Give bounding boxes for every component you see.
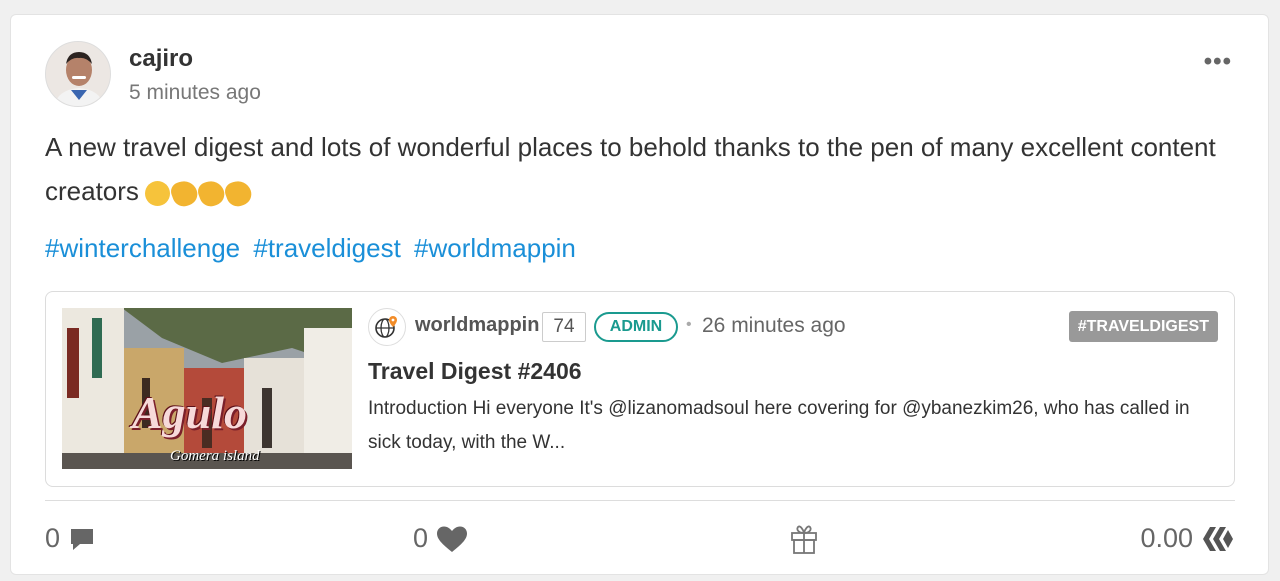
post-card: cajiro 5 minutes ago ••• A new travel di… — [10, 14, 1269, 575]
payout-button[interactable]: 0.00 — [1140, 523, 1235, 554]
clap-icon — [195, 177, 228, 210]
upvote-button[interactable]: 0 — [413, 523, 468, 554]
hashtag-link[interactable]: #worldmappin — [414, 233, 576, 263]
emoji-group — [144, 177, 255, 210]
embed-time[interactable]: 26 minutes ago — [702, 314, 846, 338]
post-time[interactable]: 5 minutes ago — [129, 81, 261, 105]
author-avatar[interactable] — [45, 41, 111, 107]
clap-icon — [168, 177, 201, 210]
separator-dot: • — [686, 316, 692, 333]
embed-thumbnail[interactable]: Agulo Gomera island — [62, 308, 352, 469]
community-tag-badge[interactable]: #TRAVELDIGEST — [1068, 311, 1218, 342]
comment-count: 0 — [45, 523, 61, 553]
hashtag-link[interactable]: #traveldigest — [253, 233, 400, 263]
comment-icon — [71, 528, 94, 550]
hashtag-link[interactable]: #winterchallenge — [45, 233, 240, 263]
reputation-badge: 74 — [542, 312, 586, 342]
payout-amount: 0.00 — [1140, 523, 1193, 553]
post-body: A new travel digest and lots of wonderfu… — [45, 125, 1235, 213]
embedded-post[interactable]: Agulo Gomera island worldmappin 74 ADMIN… — [45, 291, 1235, 487]
footer-divider — [45, 500, 1235, 501]
author-name[interactable]: cajiro — [129, 45, 193, 73]
heart-icon — [437, 526, 468, 552]
thumbnail-title: Agulo — [132, 387, 248, 438]
globe-pin-icon — [375, 316, 397, 338]
embed-author-name[interactable]: worldmappin — [415, 314, 539, 337]
hashtag-list: #winterchallenge #traveldigest #worldmap… — [45, 233, 582, 264]
post-footer: 0 0 0.00 — [45, 523, 1235, 559]
role-badge: ADMIN — [594, 312, 678, 342]
party-face-icon — [144, 180, 170, 206]
vote-count: 0 — [413, 523, 429, 553]
clap-icon — [222, 177, 255, 210]
thumbnail-subtitle: Gomera island — [170, 448, 260, 464]
tip-button[interactable] — [789, 523, 819, 555]
gift-icon — [791, 525, 817, 554]
comments-button[interactable]: 0 — [45, 523, 96, 554]
embed-title[interactable]: Travel Digest #2406 — [368, 358, 582, 385]
hive-logo-icon — [1203, 526, 1233, 551]
ellipsis-icon[interactable]: ••• — [1204, 50, 1232, 74]
embed-snippet[interactable]: Introduction Hi everyone It's @lizanomad… — [368, 392, 1218, 460]
embed-author-avatar[interactable] — [368, 308, 406, 346]
